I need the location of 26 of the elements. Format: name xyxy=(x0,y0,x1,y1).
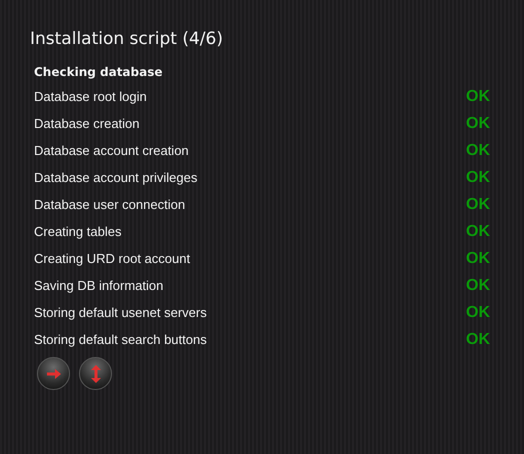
step-label: Database creation xyxy=(34,116,140,131)
right-arrow-icon xyxy=(46,368,60,378)
step-label: Database user connection xyxy=(34,197,186,212)
step-label: Storing default search buttons xyxy=(34,332,207,347)
page-title: Installation script (4/6) xyxy=(30,29,224,51)
step-status: OK xyxy=(466,196,490,214)
step-status: OK xyxy=(466,276,490,294)
step-status: OK xyxy=(466,250,490,268)
step-status: OK xyxy=(466,222,490,240)
step-label: Database root login xyxy=(34,89,147,104)
step-label: Database account creation xyxy=(34,143,189,158)
step-status: OK xyxy=(466,330,490,348)
expand-button[interactable] xyxy=(79,357,112,390)
step-label: Creating tables xyxy=(34,224,122,239)
step-status: OK xyxy=(466,168,490,186)
step-label: Saving DB information xyxy=(34,278,164,293)
step-label: Storing default usenet servers xyxy=(34,305,207,320)
step-status: OK xyxy=(466,142,490,160)
section-heading: Checking database xyxy=(34,65,164,81)
step-status: OK xyxy=(466,304,490,322)
step-label: Database account privileges xyxy=(34,170,198,185)
next-button[interactable] xyxy=(37,357,70,390)
step-status: OK xyxy=(466,114,490,132)
up-down-arrow-icon xyxy=(90,364,100,382)
step-label: Creating URD root account xyxy=(34,251,190,266)
step-status: OK xyxy=(466,88,490,106)
